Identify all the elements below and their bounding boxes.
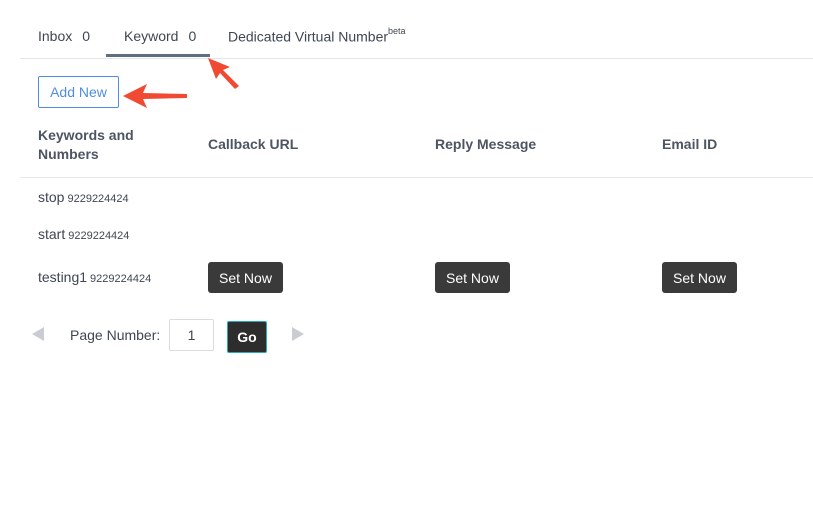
row-number: 9229224424 [90,273,152,285]
column-header-keywords: Keywords and Numbers [38,127,134,162]
red-arrow-icon [208,58,239,89]
tab-dvn-label: Dedicated Virtual Number [228,28,389,45]
add-new-button[interactable]: Add New [38,76,119,108]
tab-dvn-beta-badge: beta [388,26,406,36]
row-number: 9229224424 [67,193,129,205]
table-row: stop 9229224424 [38,189,129,205]
table-header-divider [20,177,813,178]
triangle-right-icon[interactable] [292,327,304,341]
row-keyword: stop [38,189,65,205]
set-now-reply-button[interactable]: Set Now [435,262,510,293]
tab-dedicated-virtual-number[interactable]: Dedicated Virtual Numberbeta [228,26,406,45]
set-now-callback-button[interactable]: Set Now [208,262,283,293]
active-tab-indicator [106,54,210,57]
red-arrow-icon [123,84,187,108]
column-header-callback-url: Callback URL [208,136,299,152]
go-button[interactable]: Go [227,321,267,353]
tab-inbox-label: Inbox [38,28,73,44]
column-header-email-id: Email ID [662,136,718,152]
column-header-reply-message: Reply Message [435,136,537,152]
set-now-email-button[interactable]: Set Now [662,262,737,293]
tab-keyword[interactable]: Keyword 0 [124,28,196,44]
page-number-label: Page Number: [70,327,161,343]
tab-keyword-label: Keyword [124,28,179,44]
row-keyword: start [38,226,66,242]
table-row: start 9229224424 [38,226,129,242]
row-number: 9229224424 [68,230,130,242]
tab-inbox[interactable]: Inbox 0 [38,28,90,44]
table-row: testing1 9229224424 [38,269,151,285]
tab-bar: Inbox 0 Keyword 0 Dedicated Virtual Number… [20,0,813,59]
tab-keyword-count: 0 [188,28,197,44]
page-number-input[interactable] [169,319,214,351]
row-keyword: testing1 [38,269,88,285]
triangle-left-icon[interactable] [32,327,44,341]
tab-inbox-count: 0 [82,28,91,44]
